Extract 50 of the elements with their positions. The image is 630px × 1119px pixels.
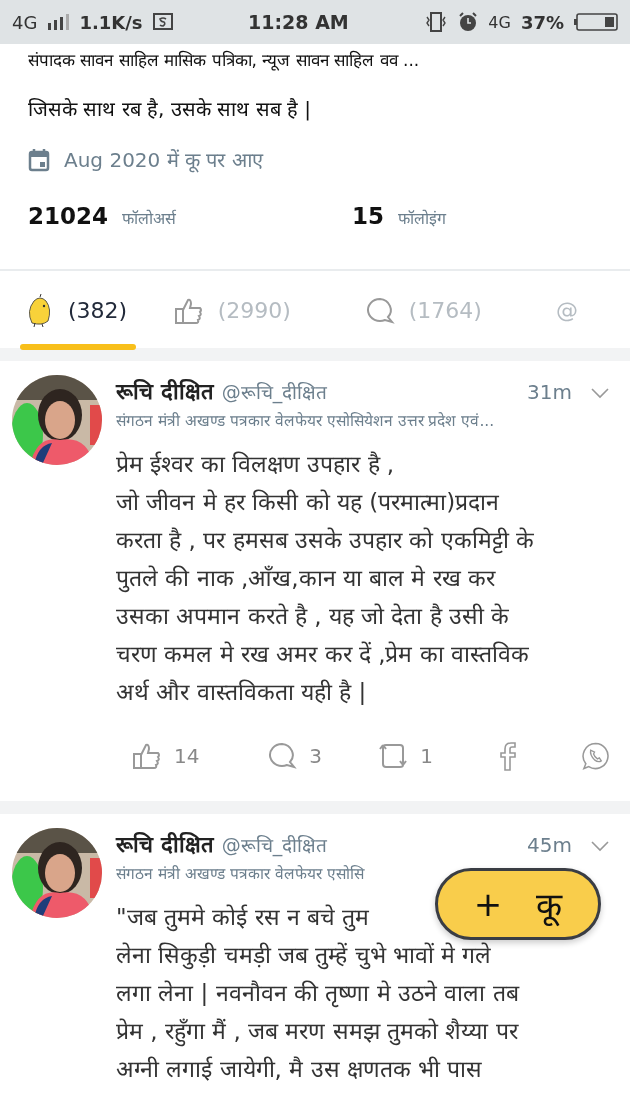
chevron-down-icon[interactable]	[590, 840, 610, 852]
bio-text: संपादक सावन साहिल मासिक पत्रिका, न्यूज सावन साहिल वव ...	[28, 49, 421, 71]
author-title: संगठन मंत्री अखण्ड पत्रकार वेलफेयर एसोसि	[116, 864, 364, 884]
author-name[interactable]: रूचि दीक्षित	[116, 375, 214, 405]
battery-icon	[574, 12, 618, 32]
author-handle[interactable]: @रूचि_दीक्षित	[221, 832, 328, 858]
following-label[interactable]: फॉलोइंग	[398, 207, 447, 229]
thumbs-up-icon[interactable]	[132, 741, 162, 771]
post-text: पुतले की नाक ,आँख,कान या बाल मे रख कर	[116, 564, 496, 595]
post-text: लेना सिकुड़ी चमड़ी जब तुम्हें चुभे भावों मे गले	[116, 941, 492, 972]
network-label: 4G	[12, 11, 38, 33]
post-text: अर्थ और वास्तविकता यही है |	[116, 678, 367, 707]
post-text: प्रेम , रहुँगा मैं , जब मरण समझ तुमको शैय्या पर	[116, 1012, 518, 1050]
post-text: लगा लेना | नवनौवन की तृष्णा मे उठने वाला तब	[116, 979, 519, 1010]
repost-icon[interactable]	[378, 741, 409, 771]
facebook-icon[interactable]	[498, 741, 519, 771]
comment-count: 3	[309, 744, 322, 768]
post-text: करता है , पर हमसब उसके उपहार को एकमिट्टी के	[116, 526, 535, 556]
post-text: प्रेम ईश्वर का विलक्षण उपहार है ,	[116, 450, 395, 479]
battery-label: 37%	[520, 11, 564, 33]
joined-text: Aug 2020 में कू पर आए	[64, 147, 263, 173]
post-time: 45m	[527, 833, 572, 857]
whatsapp-icon[interactable]	[581, 741, 610, 771]
alarm-icon	[458, 12, 479, 32]
comment-icon[interactable]	[364, 295, 395, 326]
followers-count[interactable]: 21024	[28, 203, 109, 229]
motto-text: जिसके साथ रब है, उसके साथ सब है |	[28, 96, 312, 122]
clock-time: 11:28 AM	[248, 11, 349, 33]
like-count: 14	[174, 744, 200, 768]
following-count[interactable]: 15	[352, 203, 385, 229]
author-title: संगठन मंत्री अखण्ड पत्रकार वेलफेयर एसोसियेशन उत्तर प्रदेश एवं...	[116, 411, 495, 431]
calendar-icon	[28, 147, 50, 172]
author-name[interactable]: रूचि दीक्षित	[116, 828, 214, 858]
post-text: "जब तुममे कोई रस न बचे तुम	[116, 903, 370, 934]
repost-count: 1	[420, 744, 433, 768]
post-text: चरण कमल मे रख अमर कर दें ,प्रेम का वास्तविक	[116, 640, 530, 669]
app-icon	[152, 13, 173, 31]
post-text: अग्नी लगाई जायेगी, मै उस क्षणतक भी पास	[116, 1055, 483, 1084]
new-koo-button[interactable]: + कू	[435, 868, 601, 940]
comment-icon[interactable]	[267, 741, 298, 771]
profile-tab[interactable]: (382)	[20, 271, 170, 350]
post-text: जो जीवन मे हर किसी को यह (परमात्मा)प्रदान	[116, 488, 500, 517]
signal-icon	[47, 14, 70, 30]
post-time: 31m	[527, 380, 572, 404]
author-handle[interactable]: @रूचि_दीक्षित	[221, 379, 328, 405]
chevron-down-icon[interactable]	[590, 387, 610, 399]
followers-label[interactable]: फॉलोअर्स	[122, 207, 177, 229]
post-text: उसका अपमान करते है , यह जो देता है उसी के	[116, 602, 510, 631]
data-label: 4G	[488, 12, 511, 32]
speed-label: 1.1K/s	[79, 11, 143, 33]
